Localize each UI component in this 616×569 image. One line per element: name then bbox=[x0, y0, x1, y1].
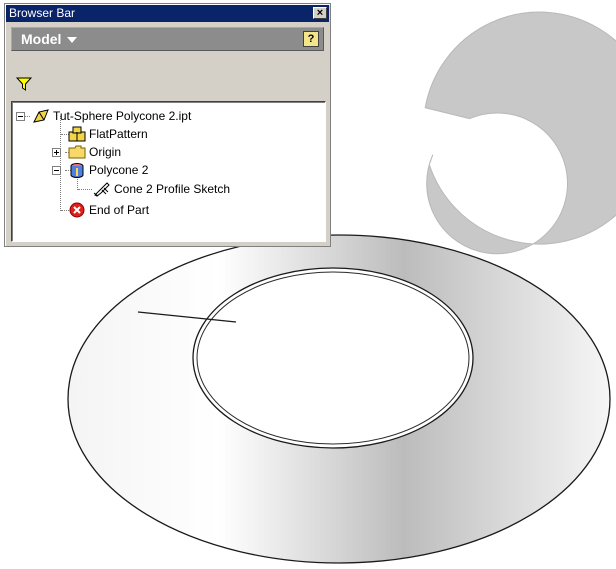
sketch-icon bbox=[93, 182, 110, 197]
tree-connector bbox=[25, 116, 30, 118]
flat-pattern-icon bbox=[68, 126, 86, 142]
browser-bar-titlebar[interactable]: Browser Bar × bbox=[6, 5, 329, 22]
close-button[interactable]: × bbox=[313, 7, 327, 19]
flat-pattern-sketch[interactable] bbox=[424, 11, 616, 255]
polycone-model[interactable] bbox=[67, 234, 611, 564]
browser-bar-window: Browser Bar × Model ? Tut-Sphere Polycon… bbox=[4, 3, 331, 247]
polycone-feature-icon bbox=[70, 163, 84, 178]
tree-item-label: Polycone 2 bbox=[89, 163, 149, 177]
tree-item-label: Origin bbox=[89, 145, 122, 159]
tree-item-label: Tut-Sphere Polycone 2.ipt bbox=[53, 109, 192, 123]
tree-item-label: FlatPattern bbox=[89, 127, 148, 141]
tree-connector bbox=[60, 116, 62, 211]
dropdown-arrow-icon bbox=[67, 37, 78, 44]
tree-connector bbox=[78, 189, 92, 191]
part-document-icon bbox=[33, 109, 49, 123]
model-dropdown[interactable]: Model bbox=[21, 28, 78, 50]
funnel-filter-icon[interactable] bbox=[16, 77, 32, 91]
collapse-toggle[interactable] bbox=[16, 112, 25, 121]
model-dropdown-label: Model bbox=[21, 31, 62, 47]
help-icon: ? bbox=[307, 33, 315, 45]
folder-icon bbox=[68, 145, 86, 159]
browser-bar-title: Browser Bar bbox=[9, 6, 76, 20]
model-tree[interactable]: Tut-Sphere Polycone 2.ipt FlatPattern Or… bbox=[11, 101, 326, 242]
help-button[interactable]: ? bbox=[303, 31, 319, 47]
tree-item-label: End of Part bbox=[89, 203, 150, 217]
tree-item-label: Cone 2 Profile Sketch bbox=[114, 182, 231, 196]
close-icon: × bbox=[316, 7, 324, 19]
expand-toggle[interactable] bbox=[52, 148, 61, 157]
browser-header-bar: Model ? bbox=[11, 27, 324, 51]
collapse-toggle[interactable] bbox=[52, 166, 61, 175]
end-of-part-icon bbox=[69, 202, 85, 218]
